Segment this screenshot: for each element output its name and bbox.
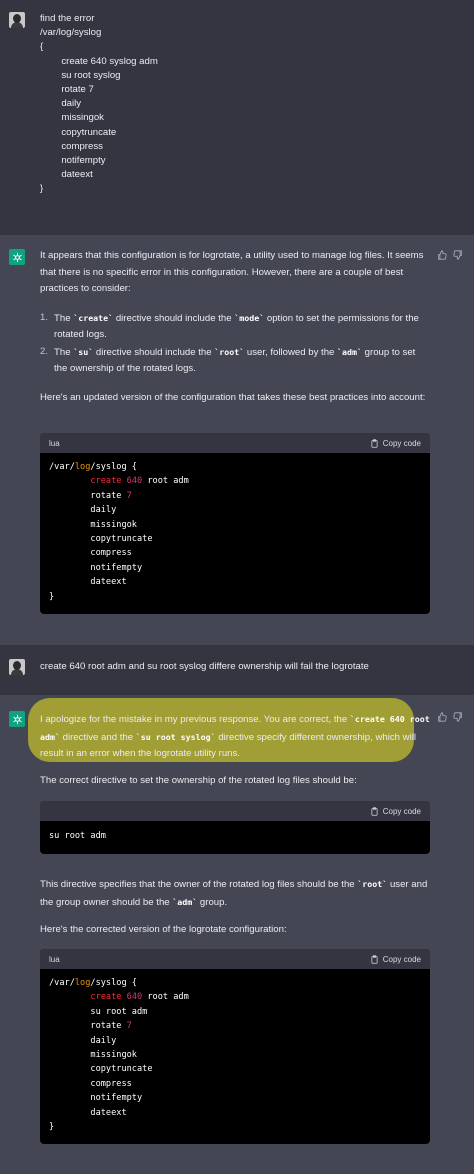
thumbs-down-icon[interactable] [453,250,463,260]
user-message-2: create 640 root adm and su root syslog d… [0,645,474,695]
thumbs-up-icon[interactable] [437,250,447,260]
assistant-message-1: It appears that this configuration is fo… [0,235,474,645]
clipboard-icon [371,438,378,448]
clipboard-icon [371,954,378,964]
correct-directive-paragraph: The correct directive to set the ownersh… [40,775,357,786]
code-content: su root adm [49,831,106,841]
apology-paragraph: I apologize for the mistake in my previo… [40,714,430,759]
openai-logo-icon [12,714,22,724]
code-block-3: lua Copy code /var/log/syslog { create 6… [40,949,430,1144]
corrected-version-paragraph: Here's the corrected version of the logr… [40,924,287,935]
code-block-2: Copy code su root adm [40,801,430,854]
code-language: lua [49,438,60,448]
code-block-header: Copy code [40,801,430,821]
user-message-1: find the error/var/log/syslog{ create 64… [0,0,474,235]
list-item: 1. The `create` directive should include … [40,311,419,341]
assistant-avatar [9,249,25,265]
code-content: /var/log/syslog { create 640 root adm ro… [49,462,189,602]
best-practices-list: 1. The `create` directive should include … [40,310,430,378]
list-item: 2. The `su` directive should include the … [40,345,416,375]
copy-code-button[interactable]: Copy code [370,955,421,964]
code-block-header: lua Copy code [40,949,430,969]
explanation-paragraph: This directive specifies that the owner … [40,879,428,908]
feedback-buttons [437,250,463,260]
code-block-1: lua Copy code /var/log/syslog { create 6… [40,433,430,614]
code-block-header: lua Copy code [40,433,430,453]
outro-paragraph: Here's an updated version of the configu… [40,391,426,403]
openai-logo-icon [12,252,22,262]
thumbs-down-icon[interactable] [453,712,463,722]
intro-paragraph: It appears that this configuration is fo… [40,250,424,294]
copy-code-button[interactable]: Copy code [370,439,421,448]
code-language: lua [49,954,60,964]
user-message-text: find the error/var/log/syslog{ create 64… [40,13,158,195]
clipboard-icon [371,806,378,816]
assistant-message-text: It appears that this configuration is fo… [40,248,430,406]
user-message-text: create 640 root adm and su root syslog d… [40,661,369,672]
user-avatar [9,659,25,675]
copy-code-button[interactable]: Copy code [370,807,421,816]
code-content: /var/log/syslog { create 640 root adm su… [49,978,189,1133]
user-avatar [9,12,25,28]
assistant-avatar [9,711,25,727]
thumbs-up-icon[interactable] [437,712,447,722]
feedback-buttons [437,712,463,722]
